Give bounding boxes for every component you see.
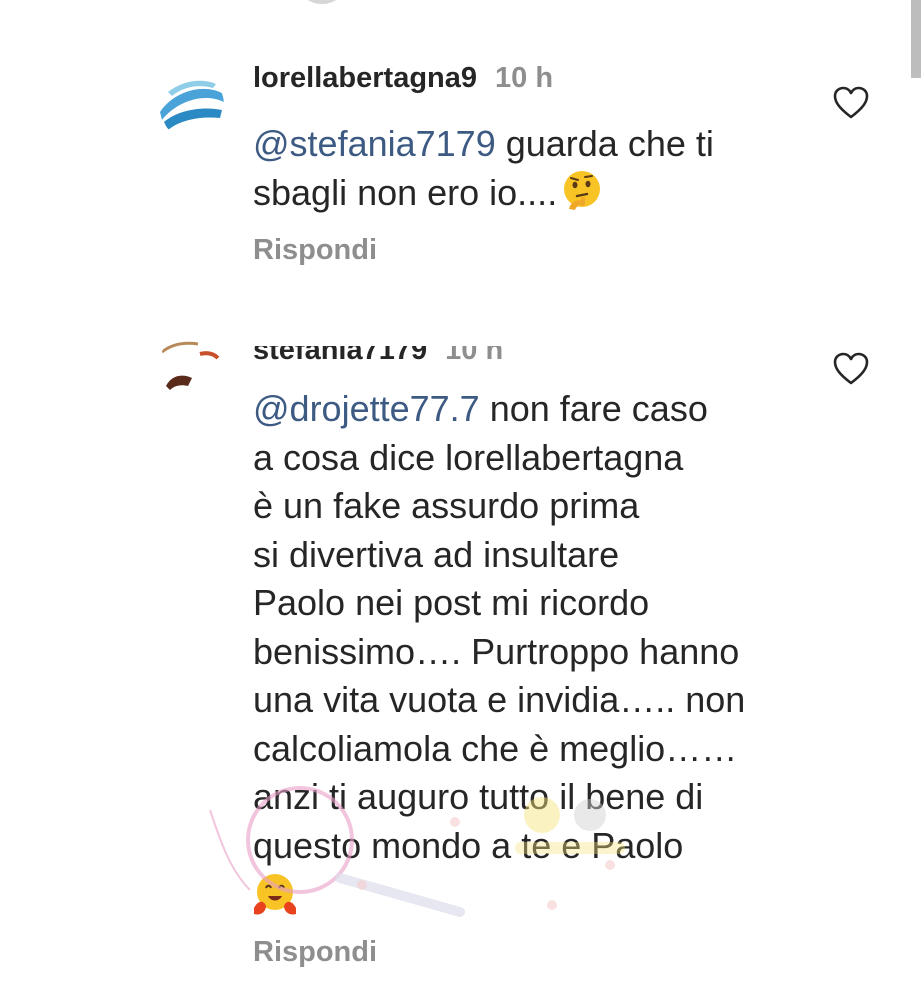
comment-line: Paolo nei post mi ricordo bbox=[253, 582, 650, 623]
comment-line: sbagli non ero io.... bbox=[253, 171, 558, 213]
comment-line: una vita vuota e invidia….. non bbox=[253, 679, 746, 720]
comment-line: anzi ti auguro tutto il bene di bbox=[253, 776, 704, 817]
comment-line: a cosa dice lorellabertagna bbox=[253, 436, 684, 478]
avatar[interactable] bbox=[158, 72, 224, 138]
comment-text: @stefania7179 guarda che ti sbagli non e… bbox=[253, 120, 833, 217]
comment-line: non fare caso bbox=[479, 388, 708, 429]
comment-line: calcoliamola che è meglio…… bbox=[253, 727, 738, 769]
thinking-face-emoji bbox=[561, 169, 603, 211]
previous-comment-remnant bbox=[300, 0, 344, 4]
comment-header: lorellabertagna9 10 h bbox=[253, 62, 553, 95]
comment-header: stefania7179 10 h bbox=[253, 334, 504, 367]
reply-button[interactable]: Rispondi bbox=[253, 936, 377, 969]
comment-line: si divertiva ad insultare bbox=[253, 533, 620, 575]
comment-line: è un fake assurdo prima bbox=[253, 485, 640, 526]
comment-line: guarda che ti bbox=[495, 123, 714, 164]
avatar[interactable] bbox=[158, 334, 224, 400]
like-button[interactable] bbox=[833, 352, 869, 386]
heart-outline-icon bbox=[833, 86, 869, 119]
timestamp: 10 h bbox=[445, 334, 504, 366]
username[interactable]: lorellabertagna9 bbox=[253, 62, 477, 95]
reply-button[interactable]: Rispondi bbox=[253, 234, 377, 267]
comment-line: benissimo…. Purtroppo hanno bbox=[253, 630, 740, 672]
mention-link[interactable]: @stefania7179 bbox=[253, 123, 496, 164]
scrollbar-thumb[interactable] bbox=[911, 0, 921, 78]
heart-outline-icon bbox=[833, 352, 869, 385]
hugging-face-emoji bbox=[250, 872, 300, 918]
username[interactable]: stefania7179 bbox=[253, 346, 427, 367]
comment-line: questo mondo a te e Paolo bbox=[253, 824, 684, 866]
comment-text: @drojette77.7 non fare caso a cosa dice … bbox=[253, 385, 833, 870]
like-button[interactable] bbox=[833, 86, 869, 120]
mention-link[interactable]: @drojette77.7 bbox=[253, 388, 480, 429]
timestamp: 10 h bbox=[495, 62, 554, 94]
